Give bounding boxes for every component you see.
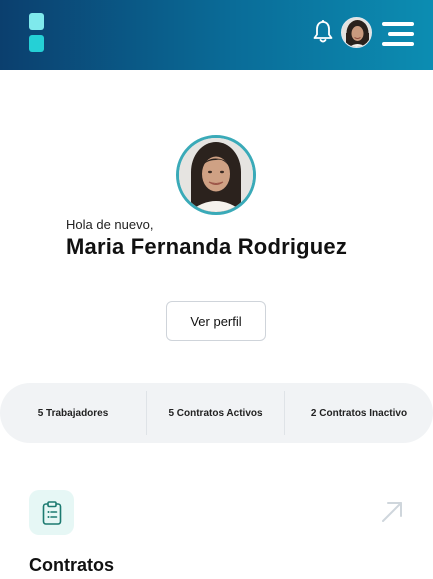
bell-icon[interactable]: [311, 19, 335, 45]
stats-bar: 5 Trabajadores 5 Contratos Activos 2 Con…: [0, 383, 433, 443]
clipboard-list-icon: [29, 490, 74, 535]
profile-avatar: [176, 135, 256, 215]
stat-workers[interactable]: 5 Trabajadores: [0, 383, 146, 443]
view-profile-button[interactable]: Ver perfil: [166, 301, 266, 341]
stat-active-contracts[interactable]: 5 Contratos Activos: [147, 383, 284, 443]
menu-line-2: [388, 32, 414, 36]
user-avatar[interactable]: [341, 17, 372, 48]
arrow-up-right-icon[interactable]: [379, 499, 405, 525]
menu-line-3: [382, 42, 414, 46]
menu-line-1: [382, 22, 414, 26]
app-logo-icon[interactable]: [29, 13, 44, 53]
logo-block-bottom: [29, 35, 44, 52]
hamburger-menu-icon[interactable]: [382, 22, 414, 46]
section-title: Contratos: [29, 555, 114, 575]
greeting-text: Hola de nuevo,: [66, 217, 154, 232]
stat-inactive-contracts[interactable]: 2 Contratos Inactivo: [285, 383, 433, 443]
logo-block-top: [29, 13, 44, 30]
top-app-bar: [0, 0, 433, 70]
user-name: Maria Fernanda Rodriguez: [66, 234, 348, 259]
